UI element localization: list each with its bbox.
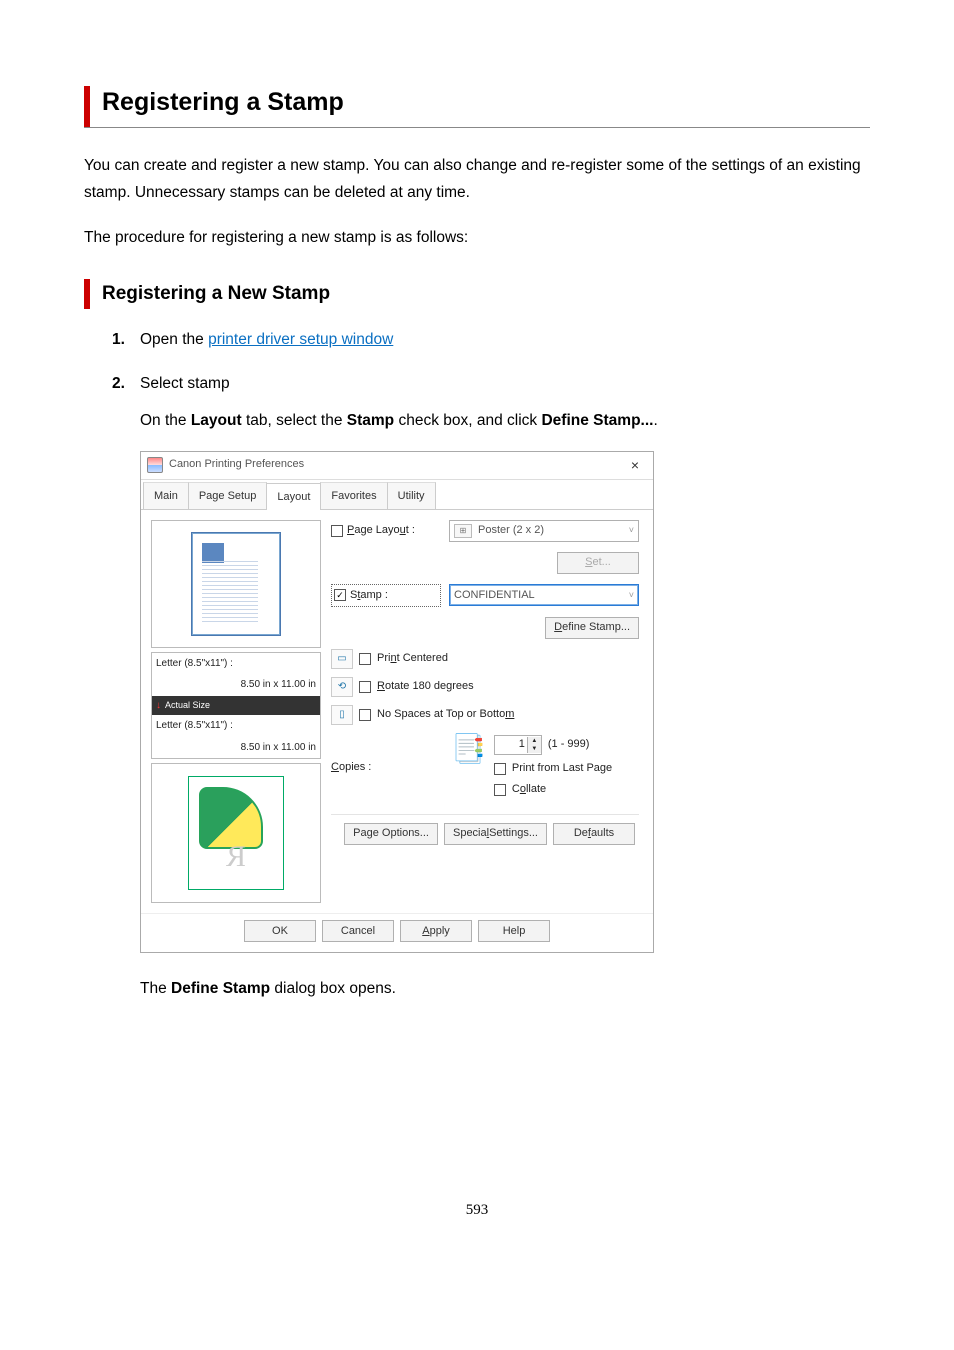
tab-page-setup[interactable]: Page Setup	[188, 482, 268, 509]
set-button[interactable]: Set...	[557, 552, 639, 574]
chevron-down-icon: ˅	[629, 523, 634, 539]
help-button[interactable]: Help	[478, 920, 550, 942]
page-title: Registering a Stamp	[102, 88, 870, 117]
lastpage-label: Print from Last Page	[512, 759, 612, 778]
intro-paragraph-2: The procedure for registering a new stam…	[84, 224, 870, 251]
rotate-label: Rotate 180 degrees	[377, 677, 474, 696]
cancel-button[interactable]: Cancel	[322, 920, 394, 942]
stamp-select[interactable]: CONFIDENTIAL ˅	[449, 584, 639, 606]
defaults-button[interactable]: Defaults	[553, 823, 635, 845]
define-stamp-button[interactable]: Define Stamp...	[545, 617, 639, 639]
step-2-title: Select stamp	[140, 375, 230, 393]
page-layout-label: Page Layout :	[347, 521, 415, 540]
nospace-label: No Spaces at Top or Bottom	[377, 705, 514, 724]
close-icon[interactable]: ×	[623, 453, 647, 478]
step-1-text: Open the printer driver setup window	[140, 331, 393, 349]
print-centered-label: Print Centered	[377, 649, 448, 668]
print-preferences-dialog: Canon Printing Preferences × Main Page S…	[140, 451, 654, 954]
page-options-button[interactable]: Page Options...	[344, 823, 438, 845]
app-icon	[147, 457, 163, 473]
rotate-checkbox[interactable]	[359, 681, 371, 693]
stamp-preview: R	[151, 763, 321, 903]
nospace-icon: ▯	[331, 705, 353, 725]
tab-utility[interactable]: Utility	[387, 482, 436, 509]
intro-paragraph-1: You can create and register a new stamp.…	[84, 152, 870, 206]
stamp-label: Stamp :	[350, 586, 388, 605]
spin-down-icon[interactable]: ▼	[527, 745, 541, 753]
chevron-down-icon: ˅	[629, 588, 634, 604]
stamp-checkbox[interactable]	[334, 589, 346, 601]
step-number-2: 2.	[112, 375, 132, 393]
collate-label: Collate	[512, 780, 546, 799]
copies-icon: 📑	[451, 735, 486, 763]
tab-layout[interactable]: Layout	[266, 483, 321, 510]
printer-driver-link[interactable]: printer driver setup window	[208, 331, 393, 348]
page-layout-select[interactable]: ⊞ Poster (2 x 2) ˅	[449, 520, 639, 542]
ok-button[interactable]: OK	[244, 920, 316, 942]
layout-preview	[151, 520, 321, 648]
dialog-title: Canon Printing Preferences	[169, 455, 623, 474]
tab-strip: Main Page Setup Layout Favorites Utility	[141, 480, 653, 510]
page-number: 593	[84, 1202, 870, 1219]
rotate-icon: ⟲	[331, 677, 353, 697]
special-settings-button[interactable]: Special Settings...	[444, 823, 547, 845]
tab-favorites[interactable]: Favorites	[320, 482, 387, 509]
paper-info: Letter (8.5"x11") : 8.50 in x 11.00 in A…	[151, 652, 321, 760]
apply-button[interactable]: Apply	[400, 920, 472, 942]
step-2-instruction: On the Layout tab, select the Stamp chec…	[140, 407, 870, 434]
print-centered-checkbox[interactable]	[359, 653, 371, 665]
step-2-closing: The Define Stamp dialog box opens.	[140, 975, 870, 1002]
lastpage-checkbox[interactable]	[494, 763, 506, 775]
copies-label: Copies :	[331, 758, 441, 777]
page-layout-checkbox[interactable]	[331, 525, 343, 537]
copies-input[interactable]: 1 ▲▼	[494, 735, 542, 755]
tab-main[interactable]: Main	[143, 482, 189, 509]
copies-range: (1 - 999)	[548, 735, 590, 754]
poster-icon: ⊞	[454, 524, 472, 538]
spin-up-icon[interactable]: ▲	[527, 737, 541, 745]
step-number-1: 1.	[112, 331, 132, 349]
actual-size-divider: Actual Size	[152, 696, 320, 716]
collate-checkbox[interactable]	[494, 784, 506, 796]
nospace-checkbox[interactable]	[359, 709, 371, 721]
section-heading: Registering a New Stamp	[102, 283, 330, 305]
center-icon: ▭	[331, 649, 353, 669]
